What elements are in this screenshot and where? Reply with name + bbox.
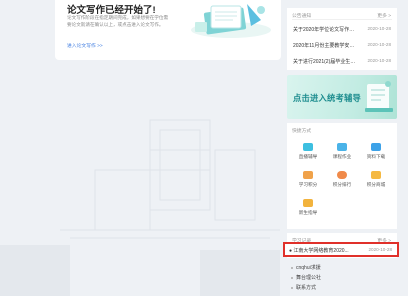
notice-item[interactable]: 关于2020年学位论文写作安排 2020-10-28 xyxy=(293,25,391,35)
tool-live-tutoring[interactable]: 直播辅导 xyxy=(294,143,322,165)
notice-item-date: 2020-10-28 xyxy=(367,26,392,31)
points-icon xyxy=(303,171,313,179)
footer-link-label: 联系方式 xyxy=(296,285,317,291)
tool-points-mall[interactable]: 积分商城 xyxy=(362,171,390,193)
tool-coursework[interactable]: 课程作业 xyxy=(328,143,356,165)
ranking-icon xyxy=(337,171,347,179)
footer-link[interactable]: 联系方式 xyxy=(291,283,321,293)
footer-links: cnqhui求援 舞台理公社 联系方式 xyxy=(291,263,321,293)
essay-card: 论文写作已经开始了! 论文写作阶段在指定期间完成，如果想要在学位需要论文就请在确… xyxy=(55,0,281,60)
mall-icon xyxy=(371,171,381,179)
live-tutoring-icon xyxy=(303,143,313,151)
tool-downloads[interactable]: 资料下载 xyxy=(362,143,390,165)
tool-points-ranking[interactable]: 积分排行 xyxy=(328,171,356,193)
tool-label: 资料下载 xyxy=(366,154,386,159)
bullet-icon xyxy=(291,266,293,269)
footer-link[interactable]: cnqhui求援 xyxy=(291,263,321,273)
footer-link-label: cnqhui求援 xyxy=(296,265,321,271)
notice-panel: 公告通知 更多 > 关于2020年学位论文写作安排 2020-10-28 202… xyxy=(287,8,397,70)
guide-icon xyxy=(303,199,313,207)
essay-description: 论文写作阶段在指定期间完成，如果想要在学位需要论文就请在确认以上，或点击进入论文… xyxy=(67,15,169,27)
book-stack-icon xyxy=(365,81,393,112)
shortcuts-header: 快捷方式 xyxy=(292,129,312,134)
bullet-icon xyxy=(291,286,293,289)
notice-item-date: 2020-10-28 xyxy=(367,42,392,47)
notice-item-title: 关于进行2021(2)届毕业生工作 xyxy=(293,59,357,65)
tool-newcomer-guide[interactable]: 新生指导 xyxy=(294,199,322,221)
footer-link-label: 舞台理公社 xyxy=(296,275,322,281)
notice-item-date: 2020-10-28 xyxy=(367,58,392,63)
notice-item[interactable]: 关于进行2021(2)届毕业生工作 2020-10-28 xyxy=(293,57,391,67)
notice-item-title: 关于2020年学位论文写作安排 xyxy=(293,27,357,33)
download-icon xyxy=(371,143,381,151)
essay-title: 论文写作已经开始了! xyxy=(67,5,156,16)
tool-label: 学习积分 xyxy=(298,182,318,187)
essay-entry-link[interactable]: 进入论文写作 >> xyxy=(67,42,103,49)
bullet-icon xyxy=(291,276,293,279)
tool-label: 积分商城 xyxy=(366,182,386,187)
record-item-date: 2020-10-28 xyxy=(368,247,393,252)
tool-label: 直播辅导 xyxy=(298,154,318,159)
footer-link[interactable]: 舞台理公社 xyxy=(291,273,321,283)
notice-item[interactable]: 2020年11月份主要教学安排通知 2020-10-28 xyxy=(293,41,391,51)
tool-study-points[interactable]: 学习积分 xyxy=(294,171,322,193)
tool-label: 新生指导 xyxy=(298,210,318,215)
shortcuts-panel: 快捷方式 直播辅导 课程作业 资料下载 学习积分 积分排行 积分商城 新生指导 xyxy=(287,123,397,229)
notice-item-title: 2020年11月份主要教学安排通知 xyxy=(293,43,357,49)
exam-tutoring-banner[interactable]: 点击进入统考辅导 xyxy=(287,75,397,119)
notice-more-link[interactable]: 更多 > xyxy=(377,12,391,19)
books-illustration xyxy=(191,4,271,38)
record-item-title: ● 江南大学网络教育2020... xyxy=(289,248,349,254)
divider xyxy=(292,19,392,20)
tool-label: 积分排行 xyxy=(332,182,352,187)
record-item-highlighted[interactable]: ● 江南大学网络教育2020... 2020-10-28 xyxy=(283,242,399,257)
coursework-icon xyxy=(337,143,347,151)
banner-text: 点击进入统考辅导 xyxy=(293,93,361,103)
tool-label: 课程作业 xyxy=(332,154,352,159)
notice-header: 公告通知 xyxy=(292,14,312,19)
